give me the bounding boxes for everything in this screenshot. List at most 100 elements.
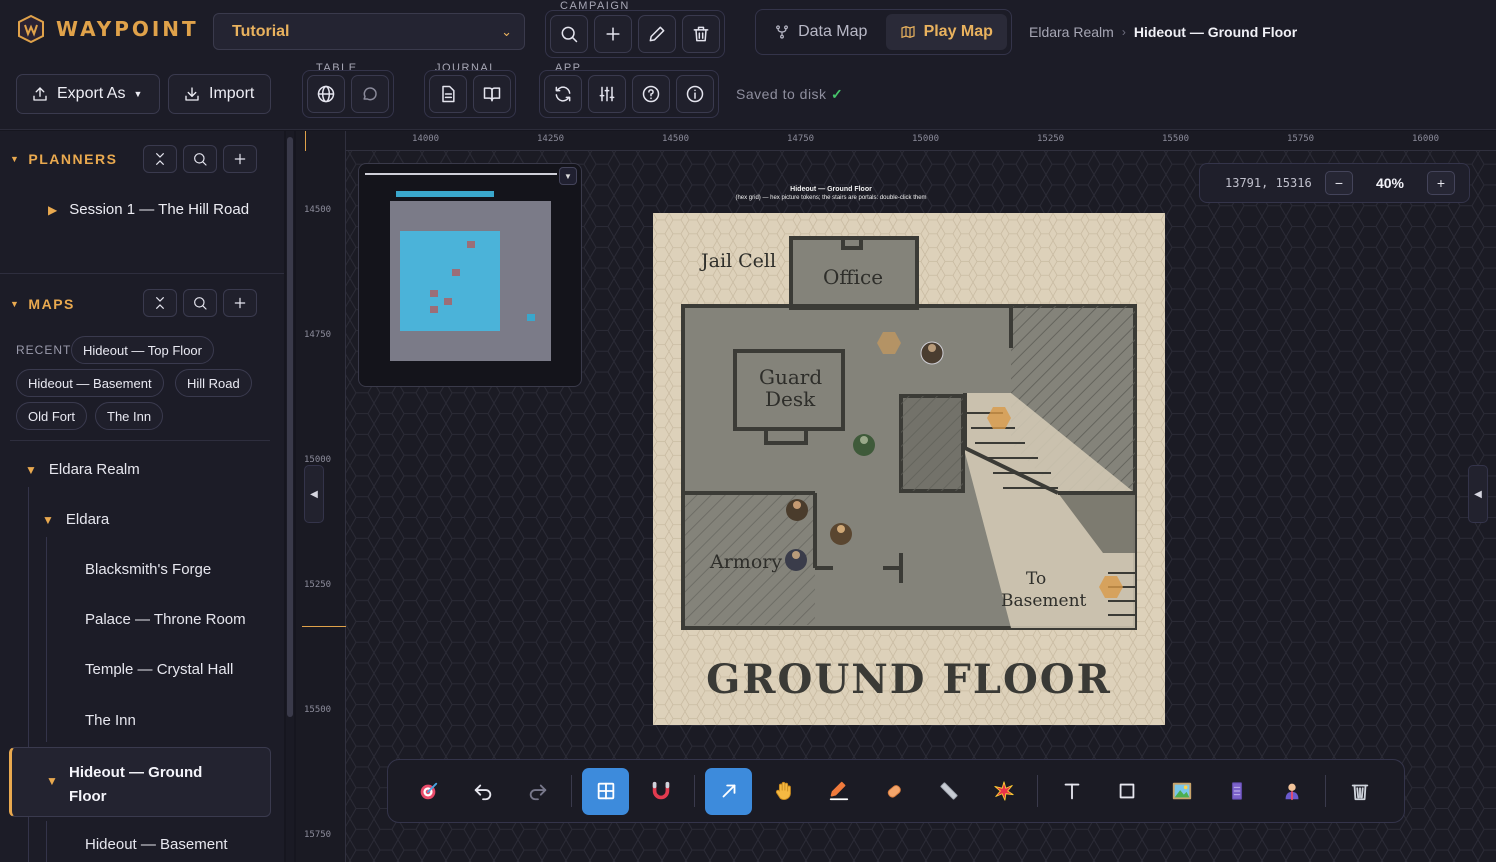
check-icon: ✓ — [830, 86, 844, 102]
zoom-in-button[interactable]: + — [1427, 171, 1455, 195]
open-book-icon — [483, 87, 501, 102]
minimap-marker — [487, 263, 495, 270]
room-label-desk: Desk — [765, 387, 816, 411]
app-name: WAYPOINT — [56, 17, 199, 41]
settings-button[interactable] — [588, 75, 626, 113]
ruler-tick-x: 15500 — [1162, 134, 1190, 144]
room-label-office: Office — [823, 265, 883, 289]
sidebar: ▼ PLANNERS ▶ Session 1 — The Hill Road ▼… — [0, 131, 284, 862]
add-map-button[interactable] — [223, 289, 257, 317]
pan-tool[interactable] — [760, 768, 807, 815]
chat-button[interactable] — [351, 75, 389, 113]
minimap-marker — [527, 314, 535, 321]
campaign-select[interactable]: Tutorial ⌄ — [213, 13, 525, 50]
plus-icon — [234, 153, 246, 165]
text-tool[interactable] — [1048, 768, 1095, 815]
right-panel-toggle[interactable]: ◀ — [1468, 465, 1488, 523]
collapse-planners-button[interactable] — [143, 145, 177, 173]
edit-campaign-button[interactable] — [638, 15, 676, 53]
left-panel-toggle[interactable]: ◀ — [304, 465, 324, 523]
map-canvas[interactable]: 14000 14250 14500 14750 15000 15250 1550… — [296, 131, 1496, 862]
rectangle-tool[interactable] — [1103, 768, 1150, 815]
zoom-out-button[interactable]: − — [1325, 171, 1353, 195]
door-tool[interactable] — [1213, 768, 1260, 815]
recent-map-chip[interactable]: Hideout — Top Floor — [71, 336, 214, 364]
play-map-tab[interactable]: Play Map — [885, 14, 1007, 50]
delete-campaign-button[interactable] — [682, 15, 720, 53]
target-tool[interactable] — [404, 768, 451, 815]
tree-item-region[interactable]: ▼ Eldara — [42, 511, 109, 528]
effect-tool[interactable] — [980, 768, 1027, 815]
divider — [10, 440, 270, 441]
floor-title: GROUND FLOOR — [706, 656, 1112, 703]
undo-button[interactable] — [459, 768, 506, 815]
breadcrumb-realm[interactable]: Eldara Realm — [1029, 24, 1114, 40]
app-logo[interactable]: WAYPOINT — [16, 14, 199, 44]
info-button[interactable] — [676, 75, 714, 113]
export-as-button[interactable]: Export As ▼ — [16, 74, 160, 114]
snap-toggle-button[interactable] — [637, 768, 684, 815]
measure-tool[interactable] — [925, 768, 972, 815]
minimap-opacity-slider[interactable] — [365, 173, 557, 175]
recent-map-chip[interactable]: Hideout — Basement — [16, 369, 164, 397]
maps-header[interactable]: ▼ MAPS — [10, 296, 75, 312]
chevron-right-icon: › — [1121, 25, 1126, 39]
pencil-icon — [649, 26, 665, 42]
tree-guide — [46, 821, 47, 862]
planners-header[interactable]: ▼ PLANNERS — [10, 151, 117, 167]
room-label-basement: Basement — [1001, 591, 1087, 611]
minimap-viewport[interactable] — [400, 231, 500, 331]
book-button[interactable] — [473, 75, 511, 113]
search-planners-button[interactable] — [183, 145, 217, 173]
draw-tool[interactable] — [815, 768, 862, 815]
data-map-tab[interactable]: Data Map — [760, 14, 882, 50]
sidebar-scrollbar[interactable] — [286, 131, 294, 862]
document-button[interactable] — [429, 75, 467, 113]
token-tool[interactable] — [1268, 768, 1315, 815]
planner-item[interactable]: ▶ Session 1 — The Hill Road — [48, 197, 258, 223]
tree-item-selected[interactable]: ▼ Hideout — Ground Floor — [9, 747, 271, 817]
map-mode-switch: Data Map Play Map — [755, 9, 1012, 55]
tree-item-map[interactable]: Blacksmith's Forge — [85, 561, 211, 578]
new-campaign-button[interactable] — [594, 15, 632, 53]
help-button[interactable] — [632, 75, 670, 113]
tree-item-map[interactable]: Temple — Crystal Hall — [85, 661, 233, 678]
minimap-dropdown-button[interactable]: ▼ — [559, 167, 577, 185]
caret-down-icon: ▼ — [10, 299, 21, 309]
ruler-horizontal: 14000 14250 14500 14750 15000 15250 1550… — [296, 131, 1496, 151]
minimap-header-bar — [396, 191, 494, 197]
tree-item-map[interactable]: Hideout — Basement — [85, 836, 228, 853]
ruler-tick-y: 15250 — [304, 580, 332, 590]
image-tool[interactable] — [1158, 768, 1205, 815]
globe-button[interactable] — [307, 75, 345, 113]
grid-toggle-button[interactable] — [582, 767, 629, 815]
info-circle-icon — [686, 85, 704, 103]
tree-item-realm[interactable]: ▼ Eldara Realm — [25, 461, 140, 478]
minimap[interactable]: ▼ — [358, 163, 582, 387]
ruler-tick-x: 15000 — [912, 134, 940, 144]
scrollbar-thumb[interactable] — [287, 137, 293, 717]
eraser-tool[interactable] — [870, 768, 917, 815]
search-campaign-button[interactable] — [550, 15, 588, 53]
recent-map-chip[interactable]: Old Fort — [16, 402, 87, 430]
planner-item-label: Session 1 — The Hill Road — [69, 201, 250, 218]
tree-item-map[interactable]: The Inn — [85, 712, 136, 729]
globe-icon — [317, 85, 335, 103]
import-button[interactable]: Import — [168, 74, 271, 114]
minimap-token — [467, 241, 475, 248]
planners-tools — [143, 145, 257, 173]
tree-item-map[interactable]: Palace — Throne Room — [85, 611, 246, 628]
toolbar-divider — [694, 775, 695, 807]
collapse-maps-button[interactable] — [143, 289, 177, 317]
search-maps-button[interactable] — [183, 289, 217, 317]
redo-button[interactable] — [514, 768, 561, 815]
clear-button[interactable] — [1336, 768, 1383, 815]
export-label: Export As — [57, 85, 126, 102]
map-image[interactable]: Jail Cell Office Guard Desk Armory To Ba… — [653, 213, 1165, 725]
eraser-icon — [887, 785, 901, 798]
add-planner-button[interactable] — [223, 145, 257, 173]
recent-map-chip[interactable]: The Inn — [95, 402, 164, 430]
select-tool[interactable] — [705, 767, 752, 815]
sync-button[interactable] — [544, 75, 582, 113]
recent-map-chip[interactable]: Hill Road — [175, 369, 252, 397]
